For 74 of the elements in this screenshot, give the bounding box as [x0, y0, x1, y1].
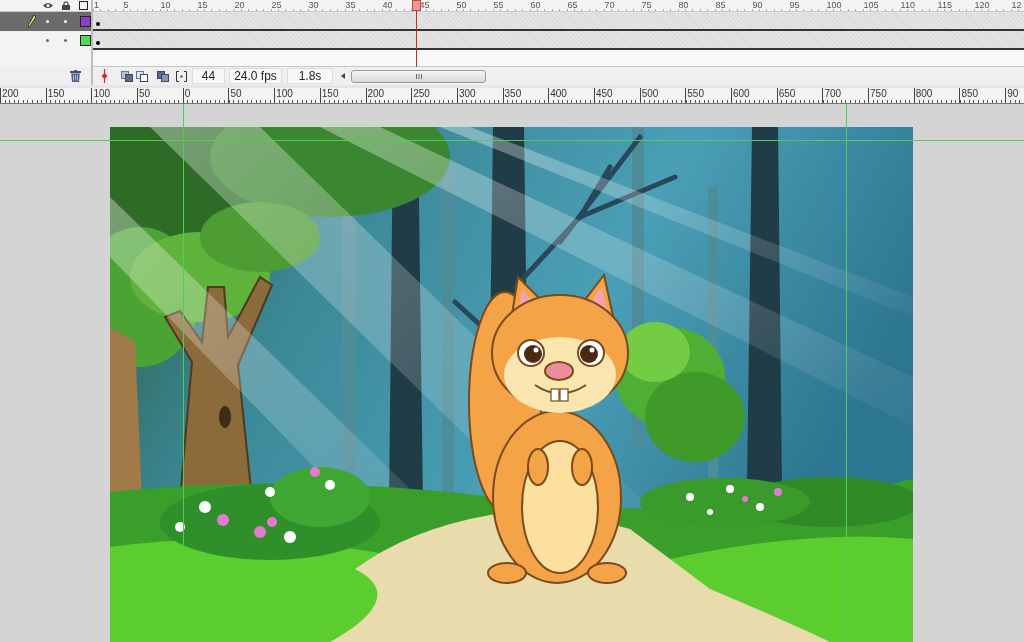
- frame-number: 95: [789, 0, 800, 10]
- frame-number: 65: [567, 0, 578, 10]
- scrollbar-thumb[interactable]: [351, 69, 486, 83]
- current-frame-field[interactable]: 44: [192, 68, 225, 84]
- frame-number: 15: [197, 0, 208, 10]
- dot-icon[interactable]: [64, 20, 67, 23]
- eye-icon[interactable]: [43, 2, 53, 9]
- keyframe-icon: [96, 22, 100, 26]
- ruler-label: 800: [915, 88, 933, 99]
- frame-number: 35: [345, 0, 356, 10]
- frame-number: 90: [752, 0, 763, 10]
- ruler-label: 200: [367, 88, 385, 99]
- layer-row[interactable]: [0, 12, 93, 31]
- ruler-label: 650: [778, 88, 796, 99]
- trash-icon[interactable]: [70, 70, 81, 82]
- frame-rate-field[interactable]: 24.0 fps: [229, 68, 282, 84]
- frame-number: 60: [530, 0, 541, 10]
- ruler-label: 700: [824, 88, 842, 99]
- frame-number: 55: [493, 0, 504, 10]
- frame-number: 12: [1011, 0, 1022, 10]
- ruler-label: 100: [276, 88, 293, 99]
- ruler-label: 90: [1007, 88, 1019, 99]
- frame-number: 105: [863, 0, 879, 10]
- ruler-label: 350: [504, 88, 522, 99]
- ruler-label: 100: [93, 88, 111, 99]
- frame-number: 85: [715, 0, 726, 10]
- frame-number: 20: [234, 0, 245, 10]
- frame-number: 5: [123, 0, 129, 10]
- ruler-label: 450: [595, 88, 613, 99]
- ruler-label: 550: [687, 88, 704, 99]
- ruler-label: 500: [641, 88, 659, 99]
- ruler-label: 50: [139, 88, 151, 99]
- frame-number: 115: [937, 0, 952, 10]
- ruler-label: 250: [413, 88, 430, 99]
- lock-icon[interactable]: [62, 1, 70, 10]
- ruler-label: 300: [458, 88, 476, 99]
- onion-outline-icon[interactable]: [136, 70, 148, 82]
- ruler-label: 0: [184, 88, 191, 99]
- frame-number: 70: [604, 0, 615, 10]
- outline-icon[interactable]: [79, 1, 88, 10]
- layer-color-swatch[interactable]: [80, 16, 91, 27]
- ruler-label: 200: [2, 88, 19, 99]
- dot-icon[interactable]: [64, 39, 67, 42]
- frame-number: 80: [678, 0, 689, 10]
- pencil-icon: [28, 15, 36, 28]
- keyframe-icon: [96, 41, 100, 45]
- frame-number: 110: [900, 0, 915, 10]
- scroll-left-icon[interactable]: [341, 73, 345, 79]
- bracket-icon[interactable]: [176, 70, 187, 82]
- frame-number: 30: [308, 0, 319, 10]
- dot-icon[interactable]: [46, 20, 49, 23]
- ruler-label: 750: [870, 88, 887, 99]
- elapsed-time-field[interactable]: 1.8s: [287, 68, 333, 84]
- multiple-frames-icon[interactable]: [157, 70, 169, 82]
- playhead[interactable]: [412, 0, 422, 67]
- ruler-label: 50: [230, 88, 242, 99]
- ruler-label: 600: [733, 88, 750, 99]
- frame-number: 75: [641, 0, 652, 10]
- ruler-label: 400: [550, 88, 567, 99]
- dot-icon[interactable]: [46, 39, 49, 42]
- onion-skin-icon[interactable]: [121, 70, 133, 82]
- frame-number: 1: [94, 0, 99, 10]
- frame-number: 120: [974, 0, 990, 10]
- layer-color-swatch[interactable]: [80, 35, 91, 46]
- frame-number: 40: [382, 0, 393, 10]
- frame-number: 10: [160, 0, 171, 10]
- ruler-label: 150: [47, 88, 65, 99]
- ruler-label: 850: [961, 88, 979, 99]
- grip-icon: [415, 73, 422, 79]
- ruler-label: 150: [321, 88, 339, 99]
- frame-number: 50: [456, 0, 467, 10]
- frame-number: 25: [271, 0, 282, 10]
- frame-number: 100: [826, 0, 842, 10]
- center-frame-icon[interactable]: [101, 69, 108, 83]
